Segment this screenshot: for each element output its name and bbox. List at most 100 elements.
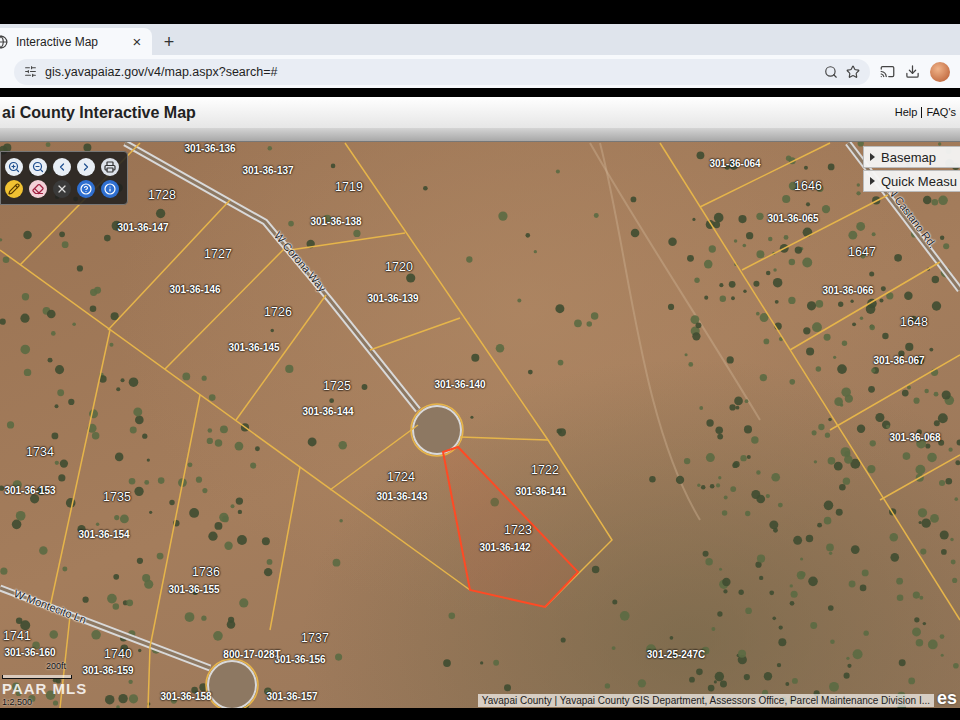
tree	[730, 486, 736, 492]
tree	[853, 649, 863, 659]
tree	[209, 394, 216, 401]
tree	[715, 672, 724, 681]
tree	[957, 440, 960, 446]
watermark: PAAR MLS	[2, 681, 87, 696]
tree	[868, 386, 875, 393]
tree	[443, 659, 451, 667]
tree	[20, 345, 30, 355]
parcel-number: 301-36-140	[434, 380, 485, 390]
previous-extent-icon[interactable]	[53, 158, 71, 176]
tree	[803, 327, 810, 334]
parcel-number: 800-17-028T	[223, 650, 280, 660]
zoom-out-icon[interactable]	[29, 158, 47, 176]
profile-avatar[interactable]	[930, 62, 950, 82]
eraser-icon[interactable]	[29, 180, 47, 198]
tree	[812, 322, 822, 332]
scale-bar	[2, 675, 72, 679]
tree	[729, 404, 735, 410]
tree	[806, 535, 813, 542]
identify-icon[interactable]	[101, 180, 119, 198]
star-icon[interactable]	[846, 65, 860, 79]
tree	[793, 536, 802, 545]
tree	[938, 196, 947, 205]
tree	[271, 329, 274, 332]
tree	[902, 390, 909, 397]
parcel-number: 301-36-064	[709, 159, 760, 169]
globe-icon	[0, 35, 8, 49]
tree	[834, 462, 843, 471]
tree	[264, 568, 272, 576]
panel-toggle[interactable]: Quick Measu	[863, 170, 960, 192]
tree	[59, 231, 65, 237]
new-tab-button[interactable]: +	[160, 33, 178, 51]
tree	[711, 627, 715, 631]
tree	[833, 356, 836, 359]
tree	[745, 399, 749, 403]
caret-icon	[870, 153, 875, 161]
road-label: N Castano Rd.	[886, 186, 938, 250]
tree	[0, 486, 4, 491]
tree	[807, 301, 816, 310]
zoom-in-icon[interactable]	[5, 158, 23, 176]
tree	[715, 427, 723, 435]
tree	[39, 546, 48, 555]
next-extent-icon[interactable]	[77, 158, 95, 176]
browser-tab[interactable]: Interactive Map×	[0, 28, 152, 55]
tree	[238, 510, 242, 514]
zoom-icon[interactable]	[824, 65, 838, 79]
clear-icon[interactable]	[53, 180, 71, 198]
tab-close-button[interactable]: ×	[128, 33, 146, 51]
address-bar[interactable]: gis.yavapaiaz.gov/v4/map.aspx?search=#	[14, 59, 870, 85]
cast-icon[interactable]	[880, 64, 895, 79]
tree	[942, 390, 951, 399]
tree	[824, 517, 832, 525]
tree	[555, 304, 564, 313]
tree	[771, 473, 780, 482]
help-icon[interactable]	[77, 180, 95, 198]
tree	[860, 316, 863, 319]
tree	[120, 514, 129, 523]
tree	[55, 461, 59, 465]
tree	[116, 705, 120, 708]
tree	[471, 354, 479, 362]
tree	[649, 476, 655, 482]
tree	[804, 166, 808, 170]
tree	[912, 627, 921, 636]
tree	[114, 515, 119, 520]
url-text[interactable]: gis.yavapaiaz.gov/v4/map.aspx?search=#	[45, 65, 816, 79]
tree	[470, 416, 473, 419]
panel-toggle[interactable]: Basemap	[863, 146, 960, 168]
tree	[844, 673, 850, 679]
download-icon[interactable]	[905, 64, 920, 79]
tree	[899, 659, 906, 666]
parcel-number: 301-36-068	[889, 433, 940, 443]
dirt-track	[600, 143, 700, 520]
tree	[791, 591, 798, 598]
tree	[738, 215, 746, 223]
tree	[670, 636, 674, 640]
header-link[interactable]: Help	[891, 107, 922, 118]
print-icon[interactable]	[101, 158, 119, 176]
tree	[250, 463, 256, 469]
header-link[interactable]: FAQ's	[921, 107, 960, 118]
pencil-icon[interactable]	[5, 180, 23, 198]
tree	[716, 483, 720, 487]
site-settings-icon[interactable]	[24, 65, 37, 78]
tree	[940, 236, 944, 240]
tree	[406, 273, 415, 282]
tree	[586, 321, 592, 327]
tree	[792, 678, 798, 684]
tree	[196, 477, 202, 483]
tree	[285, 365, 293, 373]
tree	[534, 250, 537, 253]
tree	[423, 186, 428, 191]
selected-parcel[interactable]	[443, 447, 578, 607]
tree	[699, 406, 703, 410]
parcel-boundary	[0, 250, 470, 590]
tree	[574, 319, 582, 327]
tree	[825, 433, 830, 438]
tree	[668, 238, 676, 246]
tree	[144, 480, 149, 485]
tree	[746, 232, 753, 239]
map-area[interactable]: W Corona WayN Castano Rd.W Montecito Ln1…	[0, 142, 960, 708]
